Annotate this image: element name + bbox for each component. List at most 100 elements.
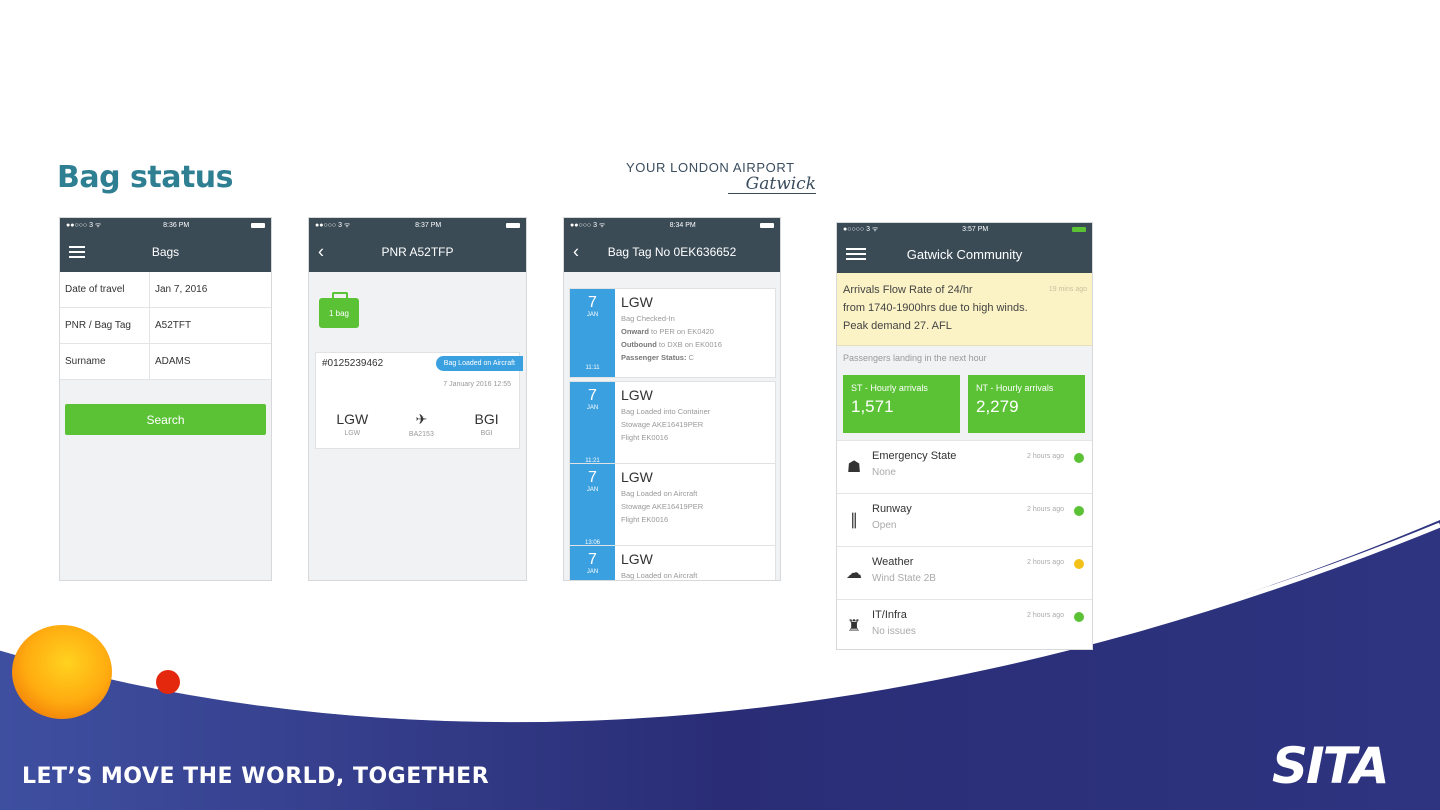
tile-label: NT - Hourly arrivals [976, 383, 1054, 393]
origin-code: LGW [336, 411, 369, 427]
surname-field[interactable]: ADAMS [150, 356, 191, 367]
timeline-card[interactable]: 7 JAN 13:06 LGW Bag Loaded on Aircraft Stowag… [569, 463, 776, 553]
status-bar: ●○○○○ 3 ᯤ 3:57 PM [837, 223, 1092, 235]
status-item[interactable]: ☗ Emergency State None 2 hours ago [837, 440, 1092, 493]
status-time: 8:36 PM [163, 221, 190, 229]
event-day: 7 [588, 469, 597, 486]
event-line3: Outbound to DXB on EK0016 [621, 338, 771, 351]
slide-title: Bag status [57, 160, 234, 195]
phone-gatwick-community: ●○○○○ 3 ᯤ 3:57 PM Gatwick Community Arri… [836, 222, 1093, 650]
timeline-card[interactable]: 7 JAN LGW Bag Loaded on Aircraft [569, 545, 776, 580]
menu-icon[interactable] [846, 245, 866, 263]
status-item[interactable]: ☁ Weather Wind State 2B 2 hours ago [837, 546, 1092, 599]
carrier-signal: ●●○○○ 3 ᯤ [570, 221, 606, 229]
gatwick-logo-line1: YOUR LONDON AIRPORT [626, 160, 795, 175]
emergency-icon: ☗ [846, 459, 862, 476]
tagline: LET’S MOVE THE WORLD, TOGETHER [22, 764, 490, 789]
event-line4: Passenger Status: C [621, 351, 771, 364]
status-time: 8:37 PM [415, 221, 442, 229]
tile-nt-arrivals[interactable]: NT - Hourly arrivals 2,279 [968, 375, 1085, 433]
event-day: 7 [588, 387, 597, 404]
infra-icon: ♜ [846, 618, 862, 635]
battery-icon [251, 222, 265, 228]
event-line3: Flight EK0016 [621, 431, 771, 444]
event-line3-bold: Outbound [621, 340, 657, 349]
status-time-ago: 2 hours ago [1027, 506, 1064, 513]
tile-st-arrivals[interactable]: ST - Hourly arrivals 1,571 [843, 375, 960, 433]
back-chevron-icon[interactable]: ‹ [573, 242, 579, 263]
event-line3-text: Flight EK0016 [621, 433, 669, 442]
form-row-surname[interactable]: Surname ADAMS [60, 344, 271, 380]
status-time: 8:34 PM [669, 221, 696, 229]
nav-bar: ‹ Bag Tag No 0EK636652 [564, 232, 780, 272]
event-line2-bold: Onward [621, 327, 649, 336]
timeline-body: LGW Bag Loaded into Container Stowage AKE1… [621, 387, 771, 444]
alert-banner[interactable]: Arrivals Flow Rate of 24/hr from 1740-19… [837, 273, 1092, 346]
event-day: 7 [588, 551, 597, 568]
event-time: 11:11 [585, 365, 600, 371]
red-dot-logo [156, 670, 180, 694]
event-line2-text: Stowage AKE16419PER [621, 420, 704, 429]
carrier-signal: ●●○○○ 3 ᯤ [315, 221, 351, 229]
form-row-pnr[interactable]: PNR / Bag Tag A52TFT [60, 308, 271, 344]
event-detail: Bag Loaded on Aircraft Stowage AKE16419PE… [621, 487, 771, 526]
menu-icon[interactable] [69, 243, 85, 261]
bag-count-icon[interactable]: 1 bag [319, 292, 359, 328]
flight-route: LGW LGW ✈ BA2153 BGI BGI [316, 411, 519, 438]
status-badge: Bag Loaded on Aircraft [435, 356, 523, 371]
weather-icon: ☁ [846, 565, 862, 582]
event-line4-bold: Passenger Status: [621, 353, 687, 362]
back-chevron-icon[interactable]: ‹ [318, 242, 324, 263]
event-day: 7 [588, 294, 597, 311]
nav-bar: Bags [60, 232, 271, 272]
alert-time-ago: 19 mins ago [1048, 286, 1087, 293]
search-button[interactable]: Search [65, 404, 266, 435]
nav-bar: Gatwick Community [837, 235, 1092, 273]
origin: LGW LGW [336, 411, 368, 438]
status-time-ago: 2 hours ago [1027, 559, 1064, 566]
timeline-card[interactable]: 7 JAN 11:11 LGW Bag Checked-In Onward to PER … [569, 288, 776, 378]
event-line2: Onward to PER on EK0420 [621, 325, 771, 338]
pnr-field[interactable]: A52TFT [150, 320, 191, 331]
status-item[interactable]: ♜ IT/Infra No issues 2 hours ago [837, 599, 1092, 649]
status-name: Runway [872, 503, 912, 515]
timeline-body: LGW Bag Loaded on Aircraft [621, 551, 771, 580]
timeline-card[interactable]: 7 JAN 11:21 LGW Bag Loaded into Container Sto… [569, 381, 776, 471]
form-row-date[interactable]: Date of travel Jan 7, 2016 [60, 272, 271, 308]
field-label: Surname [60, 344, 150, 379]
destination-sub: BGI [480, 430, 493, 437]
bag-card[interactable]: #0125239462 Bag Loaded on Aircraft 7 Jan… [315, 352, 523, 449]
status-indicator-dot [1074, 559, 1084, 569]
timeline-date: 7 JAN [570, 546, 615, 580]
event-line4-text: C [686, 353, 694, 362]
event-detail: Bag Loaded on Aircraft [621, 569, 771, 580]
alert-line2: from 1740-1900hrs due to high winds. [843, 302, 1028, 314]
status-name: Emergency State [872, 450, 957, 462]
event-airport: LGW [621, 294, 653, 310]
status-indicator-dot [1074, 453, 1084, 463]
event-detail: Bag Checked-In Onward to PER on EK0420 Out… [621, 312, 771, 364]
battery-icon [760, 222, 774, 228]
status-name: IT/Infra [872, 609, 907, 621]
nav-title: Bags [151, 245, 180, 259]
event-detail: Bag Loaded into Container Stowage AKE1641… [621, 405, 771, 444]
event-line2-text: to PER on EK0420 [648, 327, 714, 336]
phone-bag-tag-timeline: ●●○○○ 3 ᯤ 8:34 PM ‹ Bag Tag No 0EK636652… [563, 217, 781, 581]
status-value: None [872, 467, 896, 478]
bag-tag-number: #0125239462 [322, 358, 384, 369]
date-field[interactable]: Jan 7, 2016 [150, 284, 207, 295]
status-value: Open [872, 520, 897, 531]
status-value: Wind State 2B [872, 573, 936, 584]
nav-bar: ‹ PNR A52TFP [309, 232, 526, 272]
status-bar: ●●○○○ 3 ᯤ 8:36 PM [60, 218, 271, 232]
status-item[interactable]: ∥ Runway Open 2 hours ago [837, 493, 1092, 546]
status-indicator-dot [1074, 612, 1084, 622]
nav-title: Bag Tag No 0EK636652 [607, 245, 737, 259]
timeline-body: LGW Bag Loaded on Aircraft Stowage AKE1641… [621, 469, 771, 526]
event-line3: Flight EK0016 [621, 513, 771, 526]
flight: ✈ BA2153 [409, 411, 434, 438]
carrier-signal: ●○○○○ 3 ᯤ [843, 225, 879, 233]
gatwick-swoosh [728, 193, 816, 194]
tile-value: 2,279 [976, 397, 1019, 416]
tile-label: ST - Hourly arrivals [851, 383, 928, 393]
